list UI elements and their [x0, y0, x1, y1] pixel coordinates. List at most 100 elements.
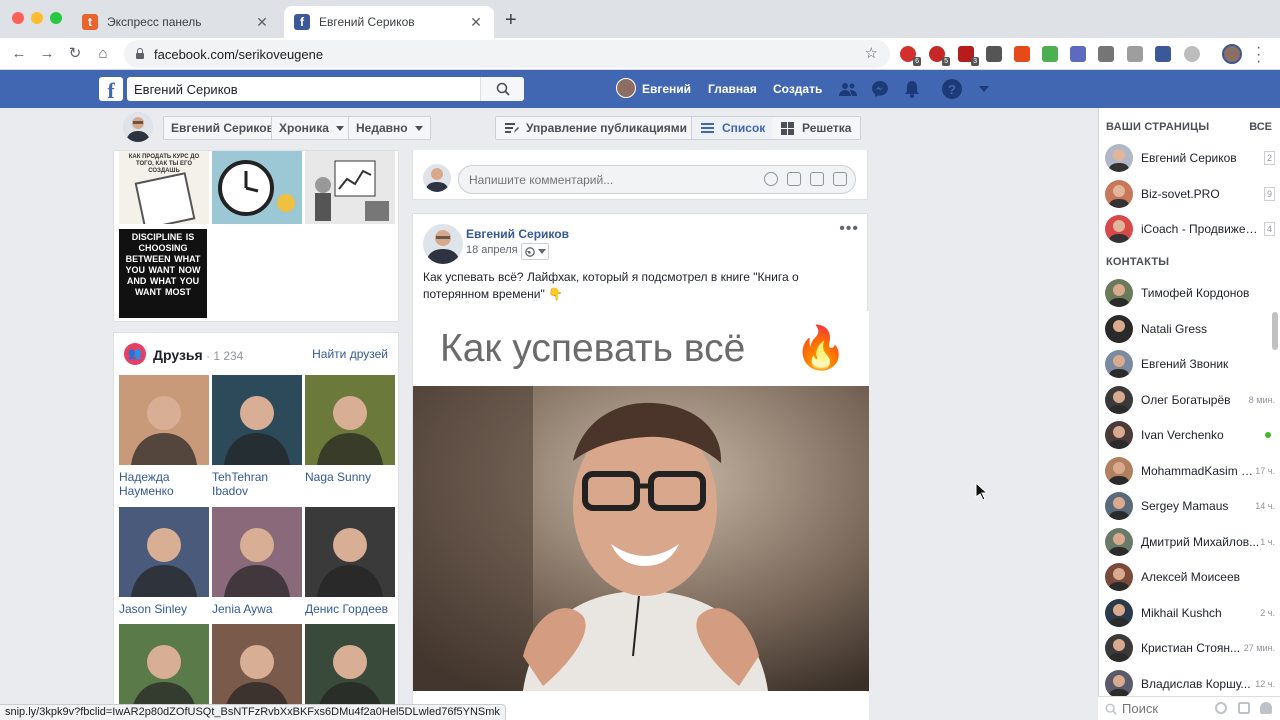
friend-name[interactable]: Jenia Aywa	[212, 602, 302, 616]
close-tab-icon[interactable]: ✕	[468, 14, 484, 31]
user-avatar[interactable]	[616, 78, 636, 98]
friend-photo[interactable]	[119, 375, 209, 465]
sidebar-scrollbar[interactable]	[1272, 312, 1278, 350]
minimize-window-button[interactable]	[31, 12, 43, 24]
chronicle-dropdown[interactable]: Хроника	[271, 116, 352, 140]
new-message-icon[interactable]	[1238, 702, 1250, 714]
contact-item[interactable]: Mikhail Kushch 2 ч.	[1105, 598, 1277, 628]
extension-office-icon[interactable]	[1014, 46, 1030, 62]
contact-item[interactable]: Евгений Звоник	[1105, 349, 1277, 379]
friend-name[interactable]: Надежда Науменко	[119, 470, 209, 498]
friend-name[interactable]: Денис Гордеев	[305, 602, 395, 616]
contact-item[interactable]: MohammadKasim S... 17 ч.	[1105, 456, 1277, 486]
extension-adblock-icon[interactable]: 6	[900, 46, 921, 66]
new-tab-icon[interactable]: +	[505, 10, 517, 30]
contact-item[interactable]: Natali Gress	[1105, 314, 1277, 344]
friend-tile[interactable]: Jenia Aywa	[212, 507, 302, 616]
extension-compass-icon[interactable]	[1184, 46, 1200, 62]
list-view-button[interactable]: Список	[691, 116, 776, 140]
friend-tile[interactable]: TehTehran Ibadov	[212, 375, 302, 498]
friend-photo[interactable]	[119, 624, 209, 714]
create-link[interactable]: Создать	[773, 79, 822, 99]
extension-download-icon[interactable]	[1042, 46, 1058, 62]
contact-item[interactable]: Кристиан Стоян... 27 мин.	[1105, 633, 1277, 663]
friend-photo[interactable]	[212, 375, 302, 465]
contact-item[interactable]: Владислав Коршу... 12 ч.	[1105, 669, 1277, 699]
facebook-search-input[interactable]	[127, 81, 480, 97]
profile-thumbnail[interactable]	[123, 112, 153, 142]
photo-thumbnail[interactable]	[305, 151, 395, 224]
extension-screen-icon[interactable]	[1070, 46, 1086, 62]
browser-menu-icon[interactable]: · · ·	[1256, 40, 1261, 70]
maximize-window-button[interactable]	[50, 12, 62, 24]
reload-icon[interactable]: ↻	[64, 43, 86, 65]
extension-facebook-icon[interactable]	[1155, 46, 1171, 62]
photo-thumbnail[interactable]: КАК ПРОДАТЬ КУРС ДО ТОГО, КАК ТЫ ЕГО СОЗ…	[119, 151, 209, 224]
discipline-quote-photo[interactable]: DISCIPLINE IS CHOOSING BETWEEN WHAT YOU …	[119, 229, 207, 318]
facebook-logo-icon[interactable]: f	[99, 77, 123, 103]
friend-name[interactable]: TehTehran Ibadov	[212, 470, 302, 498]
contact-item[interactable]: Тимофей Кордонов	[1105, 278, 1277, 308]
friend-tile[interactable]: Jason Sinley	[119, 507, 209, 616]
friend-requests-icon[interactable]	[838, 79, 858, 99]
close-window-button[interactable]	[12, 12, 24, 24]
extension-abp-icon[interactable]: 5	[929, 46, 950, 66]
extension-location-icon[interactable]	[986, 46, 1002, 62]
contact-item[interactable]: Sergey Mamaus 14 ч.	[1105, 491, 1277, 521]
friend-photo[interactable]	[119, 507, 209, 597]
camera-icon[interactable]	[787, 172, 801, 186]
back-icon[interactable]: ←	[8, 43, 30, 65]
find-friends-link[interactable]: Найти друзей	[312, 347, 388, 361]
contact-item[interactable]: Олег Богатырёв 8 мин.	[1105, 385, 1277, 415]
extension-code-icon[interactable]	[1127, 46, 1143, 62]
friend-photo[interactable]	[305, 375, 395, 465]
post-author-avatar[interactable]	[423, 224, 463, 264]
friend-name[interactable]: Naga Sunny	[305, 470, 395, 484]
search-button[interactable]	[480, 77, 524, 101]
chat-search-input[interactable]	[1122, 701, 1202, 716]
page-item[interactable]: iCoach - Продвижени... 4	[1105, 214, 1277, 244]
post-options-icon[interactable]: •••	[839, 221, 859, 237]
extension-app-icon[interactable]: 3	[958, 46, 979, 66]
home-icon[interactable]: ⌂	[92, 43, 114, 65]
create-group-icon[interactable]	[1260, 702, 1272, 714]
friend-tile[interactable]: Naga Sunny	[305, 375, 395, 484]
photo-thumbnail[interactable]	[212, 151, 302, 224]
audience-selector[interactable]	[521, 243, 549, 260]
contact-item[interactable]: Ivan Verchenko	[1105, 420, 1277, 450]
manage-posts-button[interactable]: Управление публикациями	[495, 116, 697, 140]
grid-view-button[interactable]: Решетка	[772, 116, 862, 140]
contact-item[interactable]: Дмитрий Михайлов... 1 ч.	[1105, 527, 1277, 557]
help-icon[interactable]: ?	[942, 79, 962, 99]
friends-title[interactable]: Друзья	[153, 347, 203, 363]
profile-name-button[interactable]: Евгений Сериков	[163, 116, 282, 140]
post-video[interactable]	[413, 386, 869, 691]
close-tab-icon[interactable]: ✕	[254, 14, 270, 31]
extension-puzzle-icon[interactable]	[1098, 46, 1114, 62]
contact-item[interactable]: Алексей Моисеев	[1105, 562, 1277, 592]
post-date[interactable]: 18 апреля	[466, 244, 518, 256]
friend-photo[interactable]	[305, 507, 395, 597]
friend-tile[interactable]: Денис Гордеев	[305, 507, 395, 616]
friend-photo[interactable]	[212, 624, 302, 714]
address-bar[interactable]: facebook.com/serikoveugene ☆	[124, 40, 890, 68]
forward-icon[interactable]: →	[36, 43, 58, 65]
account-menu-icon[interactable]	[974, 79, 994, 99]
emoji-icon[interactable]	[764, 172, 778, 186]
friend-photo[interactable]	[305, 624, 395, 714]
profile-avatar[interactable]	[1222, 44, 1242, 64]
tab-express-panel[interactable]: t Экспресс панель ✕	[72, 6, 280, 38]
recent-dropdown[interactable]: Недавно	[348, 116, 431, 140]
home-link[interactable]: Главная	[708, 79, 757, 99]
bookmark-star-icon[interactable]: ☆	[865, 44, 878, 62]
friend-name[interactable]: Jason Sinley	[119, 602, 209, 616]
friend-tile[interactable]: Надежда Науменко	[119, 375, 209, 498]
page-item[interactable]: Biz-sovet.PRO 9	[1105, 179, 1277, 209]
page-item[interactable]: Евгений Сериков 2	[1105, 143, 1277, 173]
notifications-icon[interactable]	[902, 79, 922, 99]
gif-icon[interactable]	[810, 172, 824, 186]
tab-facebook-profile[interactable]: f Евгений Сериков ✕	[284, 6, 494, 38]
profile-link[interactable]: Евгений	[642, 79, 691, 99]
messenger-icon[interactable]	[870, 79, 890, 99]
post-author-name[interactable]: Евгений Сериков	[466, 227, 569, 241]
